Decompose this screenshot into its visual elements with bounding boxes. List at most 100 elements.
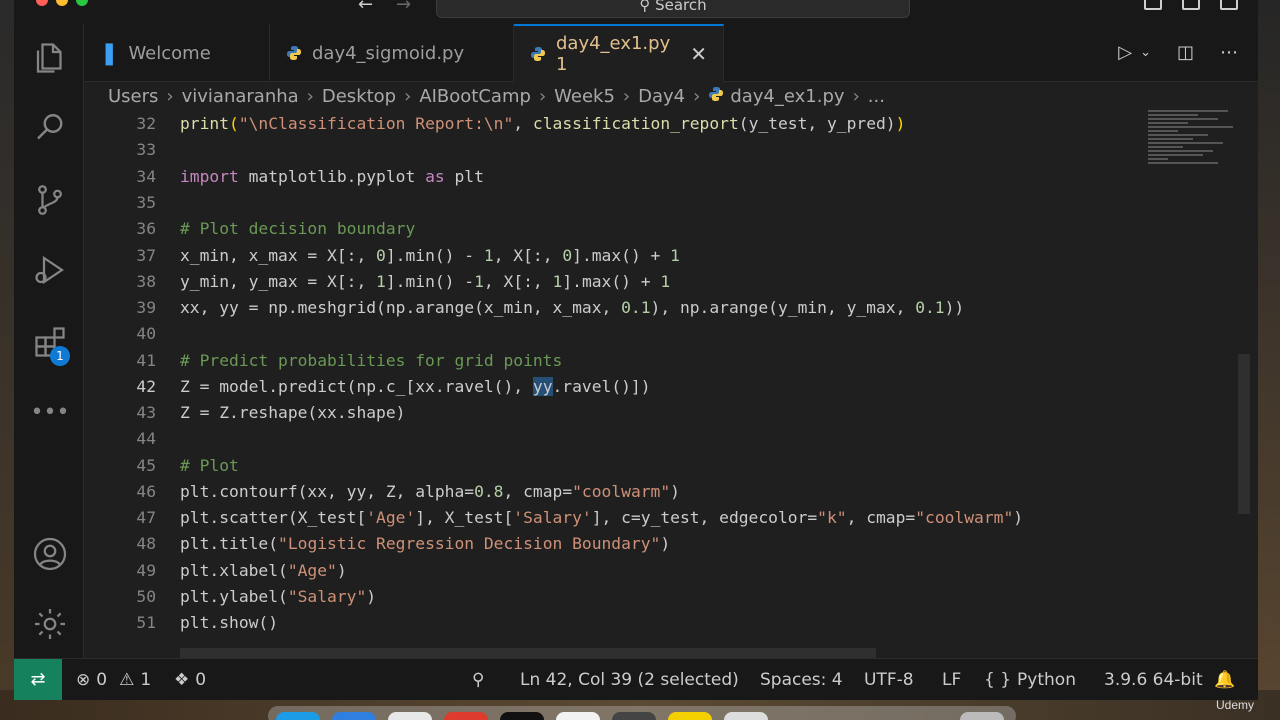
chevron-down-icon[interactable]: ⌄ <box>1140 45 1151 60</box>
warning-count: 1 <box>140 670 152 690</box>
encoding[interactable]: UTF-8 <box>864 659 914 700</box>
line-number: 40 <box>136 324 156 343</box>
breadcrumb-item[interactable]: Day4 <box>638 86 685 107</box>
zoom-icon[interactable]: ⚲ <box>472 659 484 700</box>
code-token: Z = model.predict(np.c_[xx.ravel(), <box>180 377 533 396</box>
code-token: y_min, y_max = X[:, <box>180 272 377 291</box>
tab-day4-ex1[interactable]: day4_ex1.py 1 ✕ <box>514 24 724 82</box>
search-icon[interactable] <box>30 108 70 148</box>
editor-actions: ▷ ⌄ ◫ ⋯ <box>1118 42 1238 63</box>
code-token: "Age" <box>287 561 337 580</box>
breadcrumb-item[interactable]: Desktop <box>322 86 396 107</box>
code-line: 48 plt.title("Logistic Regression Decisio… <box>84 531 1144 557</box>
status-bar: ⇄ ⊗ 0 ⚠ 1 ❖ 0 ⚲ Ln 42, Col 39 (2 selecte… <box>14 658 1258 700</box>
split-editor-icon[interactable]: ◫ <box>1177 42 1194 63</box>
customize-layout-icon[interactable] <box>1220 0 1238 10</box>
dock-app-icon[interactable] <box>388 712 432 720</box>
code-line: 34 import matplotlib.pyplot as plt <box>84 164 1144 190</box>
dock-app-icon[interactable] <box>668 712 712 720</box>
breadcrumb-item[interactable]: day4_ex1.py <box>730 86 844 107</box>
breadcrumb-item[interactable]: Week5 <box>554 86 615 107</box>
more-actions-icon[interactable]: ⋯ <box>1220 42 1238 63</box>
toggle-sidebar-icon[interactable] <box>1144 0 1162 10</box>
code-token: , cmap= <box>846 508 916 527</box>
code-token: )) <box>944 298 965 317</box>
code-line: 36 # Plot decision boundary <box>84 216 1144 242</box>
dock-app-icon[interactable] <box>332 712 376 720</box>
broadcast-icon: ❖ <box>174 670 190 690</box>
code-token: "coolwarm" <box>572 482 671 501</box>
maximize-window-button[interactable] <box>76 0 88 6</box>
minimap-line <box>1148 154 1203 156</box>
breadcrumb-item[interactable]: vivianaranha <box>182 86 299 107</box>
dock-app-icon[interactable] <box>612 712 656 720</box>
code-token: (y_test, y_pred) <box>738 114 896 133</box>
minimize-window-button[interactable] <box>56 0 68 6</box>
remote-indicator-icon[interactable]: ⇄ <box>14 659 62 700</box>
code-token: ) <box>660 534 671 553</box>
dock-app-icon[interactable] <box>556 712 600 720</box>
code-token: 1 <box>552 272 563 291</box>
vertical-scrollbar[interactable] <box>1238 354 1250 514</box>
code-line: 41 # Predict probabilities for grid point… <box>84 348 1144 374</box>
title-bar: ← → ⚲ Search <box>14 0 1258 24</box>
problems-indicator[interactable]: ⊗ 0 ⚠ 1 <box>76 659 151 700</box>
back-arrow-icon[interactable]: ← <box>358 0 373 15</box>
run-icon[interactable]: ▷ <box>1118 42 1132 63</box>
explorer-icon[interactable] <box>30 38 70 78</box>
source-control-icon[interactable] <box>30 180 70 220</box>
dock-app-icon[interactable] <box>444 712 488 720</box>
activity-bar: 1 ••• <box>14 24 84 658</box>
minimap[interactable] <box>1148 110 1238 230</box>
code-editor[interactable]: 32 print("\nClassification Report:\n", cl… <box>84 110 1258 658</box>
cursor-position[interactable]: Ln 42, Col 39 (2 selected) <box>520 659 739 700</box>
python-interpreter[interactable]: 3.9.6 64-bit <box>1104 659 1203 700</box>
code-token: 1 <box>376 272 386 291</box>
code-token: ) <box>366 587 377 606</box>
breadcrumb-item[interactable]: ... <box>868 86 885 107</box>
code-comment: # Predict probabilities for grid points <box>180 351 563 370</box>
bell-icon[interactable]: 🔔 <box>1214 659 1235 700</box>
chevron-right-icon: › <box>622 85 631 107</box>
breadcrumb-item[interactable]: AIBootCamp <box>419 86 531 107</box>
ports-indicator[interactable]: ❖ 0 <box>174 659 206 700</box>
code-token: 0.1 <box>621 298 651 317</box>
indentation[interactable]: Spaces: 4 <box>760 659 843 700</box>
ports-count: 0 <box>195 670 207 690</box>
minimap-line <box>1148 142 1223 144</box>
more-icon[interactable]: ••• <box>30 392 70 432</box>
minimap-line <box>1148 122 1188 124</box>
horizontal-scrollbar[interactable] <box>180 648 876 658</box>
account-icon[interactable] <box>30 534 70 574</box>
line-number: 42 <box>136 377 156 396</box>
run-debug-icon[interactable] <box>30 250 70 290</box>
close-icon[interactable]: ✕ <box>690 42 707 66</box>
forward-arrow-icon[interactable]: → <box>396 0 411 15</box>
tab-welcome[interactable]: ❚ Welcome <box>84 24 270 82</box>
chevron-right-icon: › <box>404 85 412 107</box>
dock-app-icon[interactable] <box>724 712 768 720</box>
code-line: 39 xx, yy = np.meshgrid(np.arange(x_min, … <box>84 295 1144 321</box>
line-number: 50 <box>136 587 156 606</box>
code-token: ) <box>1013 508 1024 527</box>
selected-text[interactable]: yy <box>532 377 553 396</box>
dock-app-icon[interactable] <box>960 712 1004 720</box>
toggle-panel-icon[interactable] <box>1182 0 1200 10</box>
end-of-line[interactable]: LF <box>942 659 961 700</box>
command-center-search[interactable]: ⚲ Search <box>436 0 910 18</box>
language-mode[interactable]: { } Python <box>984 659 1076 700</box>
code-line: 51 plt.show() <box>84 610 1144 636</box>
code-token: 'Age' <box>366 508 416 527</box>
line-number: 43 <box>136 403 156 422</box>
breadcrumb-item[interactable]: Users <box>108 86 158 107</box>
close-window-button[interactable] <box>36 0 48 6</box>
dock-app-icon[interactable] <box>500 712 544 720</box>
extensions-badge: 1 <box>50 346 70 366</box>
gear-icon[interactable] <box>30 604 70 644</box>
warning-icon: ⚠ <box>119 670 135 690</box>
tab-day4-sigmoid[interactable]: day4_sigmoid.py <box>270 24 514 82</box>
dock-app-icon[interactable] <box>276 712 320 720</box>
line-number: 49 <box>136 561 156 580</box>
code-line: 37 x_min, x_max = X[:, 0].min() - 1, X[:,… <box>84 243 1144 269</box>
line-number: 32 <box>136 114 156 133</box>
